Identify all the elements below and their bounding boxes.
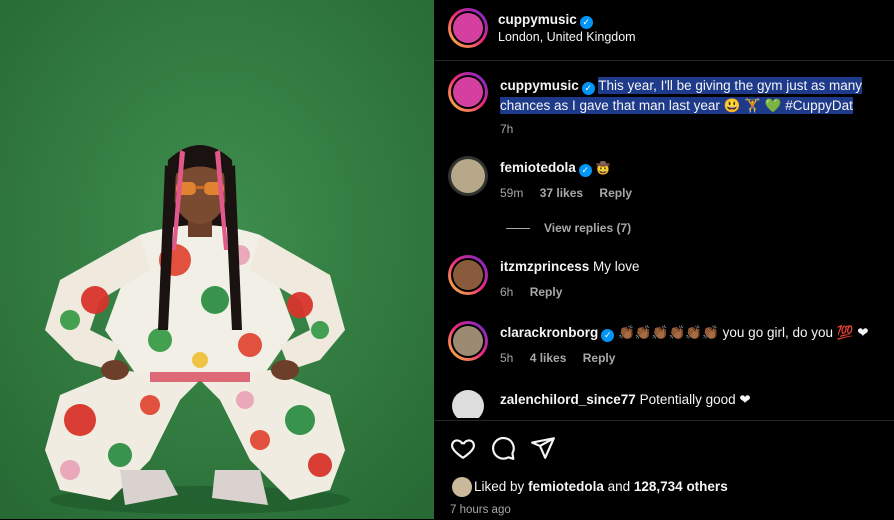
likes-prefix: Liked by <box>474 479 525 494</box>
comment-row: zalenchilord_since77 Potentially good ❤ <box>434 388 894 418</box>
comment-username[interactable]: clarackronborg <box>500 325 598 340</box>
post-time: 7 hours ago <box>450 504 511 516</box>
caption-avatar[interactable] <box>448 72 488 112</box>
commenter-avatar[interactable] <box>448 321 488 361</box>
view-replies-label: View replies (7) <box>544 221 632 235</box>
comment-time: 6h <box>500 285 514 299</box>
comment-time: 59m <box>500 186 524 200</box>
likes-middle: and <box>607 479 631 494</box>
comment-text: My love <box>593 259 640 274</box>
comment-text-block: clarackronborg ✓ 👏🏾👏🏾👏🏾👏🏾👏🏾👏🏾 you go girl… <box>500 323 888 343</box>
reply-button[interactable]: Reply <box>530 285 563 299</box>
comment-text: 🤠 <box>595 161 611 175</box>
verified-icon: ✓ <box>578 164 592 177</box>
post-header: cuppymusic ✓ London, United Kingdom <box>434 0 894 61</box>
verified-icon: ✓ <box>579 16 593 29</box>
commenter-avatar[interactable] <box>448 255 488 295</box>
comment-likes[interactable]: 4 likes <box>530 351 567 365</box>
commenter-avatar[interactable] <box>448 156 488 196</box>
comment-text-block: zalenchilord_since77 Potentially good ❤ <box>500 390 888 410</box>
comment-text-block: itzmzprincess My love <box>500 257 888 277</box>
comment-meta: 59m 37 likes Reply <box>500 186 645 200</box>
comment-username[interactable]: itzmzprincess <box>500 259 589 274</box>
likes-others[interactable]: 128,734 others <box>634 479 728 494</box>
comment-meta: 5h 4 likes Reply <box>500 351 628 365</box>
comment-text-block: femiotedola ✓ 🤠 <box>500 158 888 178</box>
divider <box>506 228 530 230</box>
verified-icon: ✓ <box>581 82 595 95</box>
heart-icon[interactable] <box>450 435 476 461</box>
post-photo[interactable] <box>0 0 434 519</box>
likes-summary[interactable]: Liked by femiotedola and 128,734 others <box>474 479 728 494</box>
action-bar: Liked by femiotedola and 128,734 others … <box>434 420 894 520</box>
comment-username[interactable]: zalenchilord_since77 <box>500 392 636 407</box>
comment-username[interactable]: femiotedola <box>500 160 576 175</box>
author-avatar[interactable] <box>448 8 488 48</box>
caption-text-block: cuppymusic ✓ This year, I'll be giving th… <box>500 76 888 116</box>
commenter-avatar[interactable] <box>452 390 484 418</box>
comment-text: 👏🏾👏🏾👏🏾👏🏾👏🏾👏🏾 you go girl, do you 💯 ❤ <box>618 325 869 340</box>
verified-icon: ✓ <box>601 329 615 342</box>
reply-button[interactable]: Reply <box>599 186 632 200</box>
comment-text: Potentially good ❤ <box>639 392 751 407</box>
author-username[interactable]: cuppymusic <box>498 12 577 27</box>
liker-username[interactable]: femiotedola <box>528 479 604 494</box>
author-block: cuppymusic ✓ <box>498 11 593 29</box>
comment-icon[interactable] <box>490 435 516 461</box>
caption-username[interactable]: cuppymusic <box>500 78 579 93</box>
photo-image <box>0 0 434 519</box>
caption-time: 7h <box>500 122 514 136</box>
comment-likes[interactable]: 37 likes <box>540 186 583 200</box>
view-replies-button[interactable]: View replies (7) <box>506 221 631 235</box>
reply-button[interactable]: Reply <box>583 351 616 365</box>
share-icon[interactable] <box>530 435 556 461</box>
comment-meta: 6h Reply <box>500 285 575 299</box>
comment-time: 5h <box>500 351 514 365</box>
post-location[interactable]: London, United Kingdom <box>498 30 636 44</box>
post-details: cuppymusic ✓ London, United Kingdom cuppy… <box>434 0 894 519</box>
post-modal: cuppymusic ✓ London, United Kingdom cuppy… <box>0 0 894 519</box>
liker-avatar[interactable] <box>452 477 472 497</box>
